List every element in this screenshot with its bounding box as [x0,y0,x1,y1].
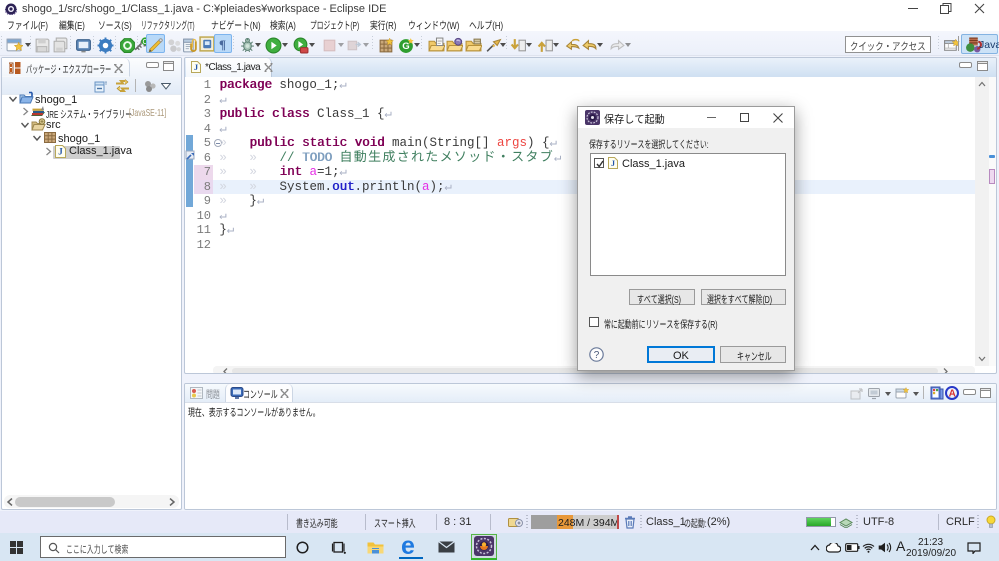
svg-text:?: ? [594,350,600,361]
svg-text:J: J [611,159,615,168]
svg-text:G: G [402,41,409,52]
svg-text:A: A [949,389,956,400]
svg-text:J: J [58,147,63,157]
